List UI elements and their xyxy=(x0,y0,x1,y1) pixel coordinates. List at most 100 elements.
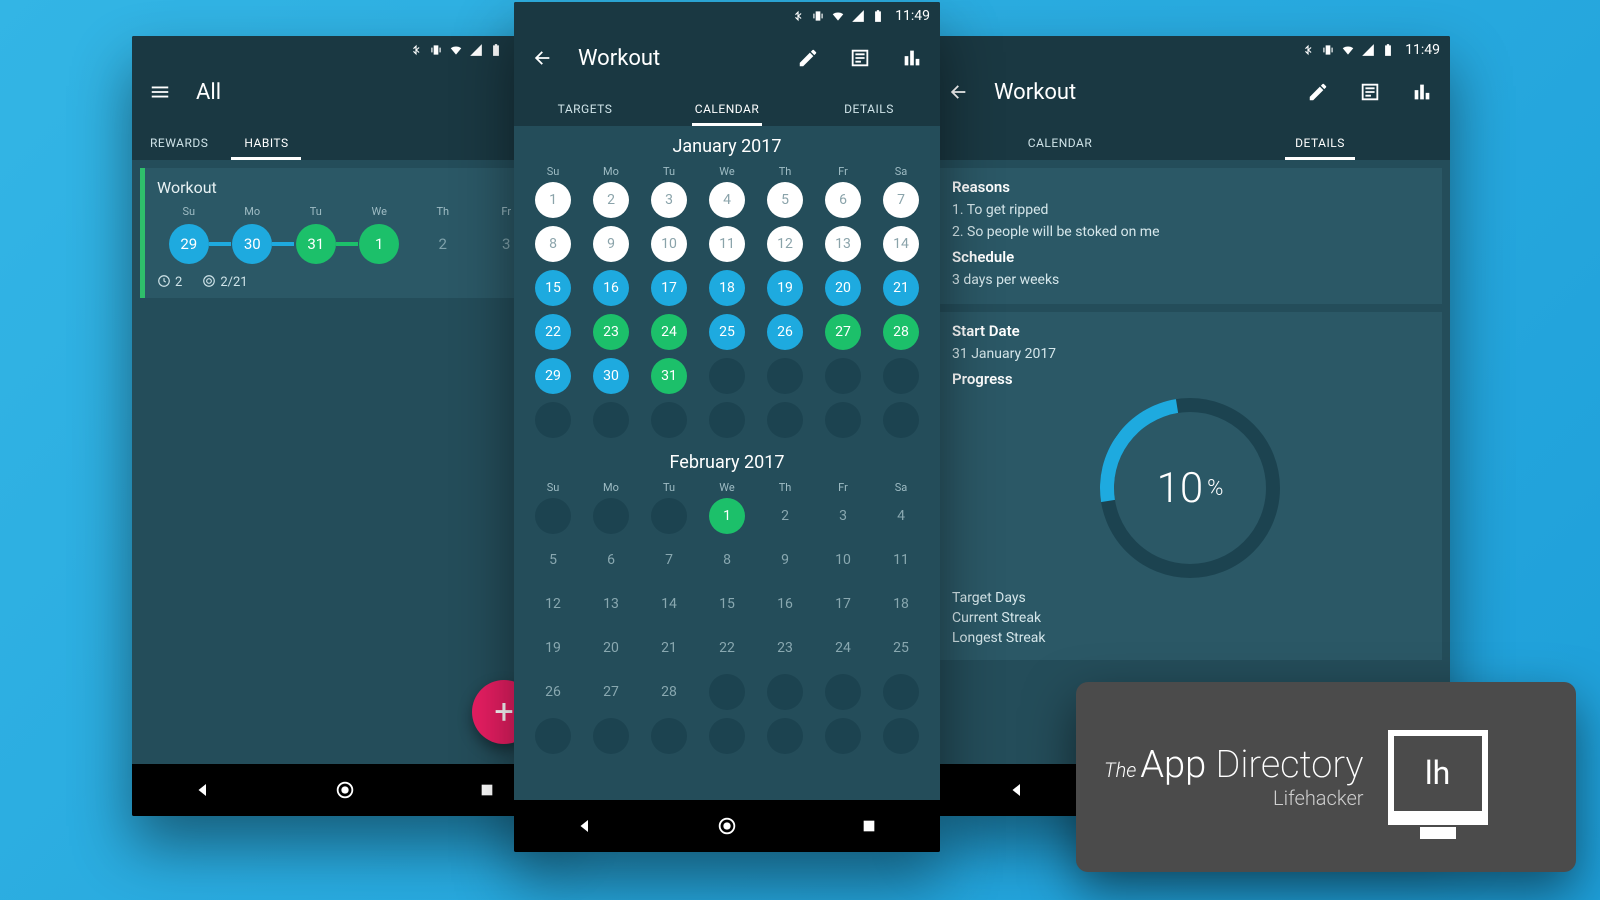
cal-day[interactable]: 10 xyxy=(651,226,687,262)
cal-day[interactable] xyxy=(709,718,745,754)
cal-day[interactable]: 5 xyxy=(767,182,803,218)
nav-recent-icon[interactable] xyxy=(475,778,499,802)
cal-day[interactable] xyxy=(825,674,861,710)
cal-day[interactable]: 25 xyxy=(883,630,919,666)
nav-back-icon[interactable] xyxy=(1005,778,1029,802)
cal-day[interactable] xyxy=(535,718,571,754)
cal-day[interactable]: 23 xyxy=(767,630,803,666)
cal-day[interactable]: 27 xyxy=(825,314,861,350)
cal-day[interactable]: 15 xyxy=(709,586,745,622)
nav-home-icon[interactable] xyxy=(333,778,357,802)
cal-day[interactable] xyxy=(825,358,861,394)
cal-day[interactable]: 7 xyxy=(651,542,687,578)
cal-day[interactable]: 15 xyxy=(535,270,571,306)
day-1[interactable]: 1 xyxy=(359,224,399,264)
day-31[interactable]: 31 xyxy=(296,224,336,264)
cal-day[interactable]: 18 xyxy=(709,270,745,306)
cal-day[interactable]: 31 xyxy=(651,358,687,394)
cal-day[interactable]: 30 xyxy=(593,358,629,394)
cal-day[interactable]: 26 xyxy=(767,314,803,350)
cal-day[interactable]: 9 xyxy=(767,542,803,578)
cal-day[interactable] xyxy=(883,402,919,438)
tab-calendar[interactable]: CALENDAR xyxy=(930,136,1190,160)
notes-icon[interactable] xyxy=(848,46,872,70)
tab-habits[interactable]: HABITS xyxy=(226,136,306,160)
cal-day[interactable] xyxy=(651,718,687,754)
cal-day[interactable]: 17 xyxy=(651,270,687,306)
cal-day[interactable] xyxy=(825,402,861,438)
back-icon[interactable] xyxy=(530,46,554,70)
edit-icon[interactable] xyxy=(1306,80,1330,104)
tab-details[interactable]: DETAILS xyxy=(798,102,940,126)
cal-day[interactable]: 23 xyxy=(593,314,629,350)
cal-day[interactable] xyxy=(651,402,687,438)
cal-day[interactable]: 9 xyxy=(593,226,629,262)
cal-day[interactable] xyxy=(709,674,745,710)
cal-day[interactable]: 1 xyxy=(535,182,571,218)
edit-icon[interactable] xyxy=(796,46,820,70)
cal-day[interactable]: 21 xyxy=(651,630,687,666)
cal-day[interactable] xyxy=(883,358,919,394)
cal-day[interactable]: 2 xyxy=(767,498,803,534)
cal-day[interactable]: 25 xyxy=(709,314,745,350)
cal-day[interactable] xyxy=(593,402,629,438)
cal-day[interactable]: 14 xyxy=(651,586,687,622)
cal-day[interactable]: 3 xyxy=(825,498,861,534)
cal-day[interactable]: 13 xyxy=(825,226,861,262)
cal-day[interactable]: 22 xyxy=(535,314,571,350)
cal-day[interactable] xyxy=(593,718,629,754)
cal-day[interactable]: 13 xyxy=(593,586,629,622)
cal-day[interactable] xyxy=(593,498,629,534)
cal-day[interactable]: 16 xyxy=(767,586,803,622)
cal-day[interactable]: 20 xyxy=(593,630,629,666)
cal-day[interactable]: 10 xyxy=(825,542,861,578)
cal-day[interactable] xyxy=(767,718,803,754)
cal-day[interactable]: 21 xyxy=(883,270,919,306)
cal-day[interactable] xyxy=(825,718,861,754)
cal-day[interactable]: 16 xyxy=(593,270,629,306)
cal-day[interactable]: 6 xyxy=(825,182,861,218)
cal-day[interactable]: 27 xyxy=(593,674,629,710)
cal-day[interactable]: 24 xyxy=(651,314,687,350)
habit-card[interactable]: Workout Su29 Mo30 Tu31 We1 Th2 Fr3 2 2/2… xyxy=(140,168,550,298)
day-29[interactable]: 29 xyxy=(169,224,209,264)
cal-day[interactable] xyxy=(651,498,687,534)
cal-day[interactable]: 28 xyxy=(883,314,919,350)
cal-day[interactable]: 7 xyxy=(883,182,919,218)
stats-icon[interactable] xyxy=(1410,80,1434,104)
cal-day[interactable]: 8 xyxy=(535,226,571,262)
nav-back-icon[interactable] xyxy=(573,814,597,838)
cal-day[interactable] xyxy=(767,358,803,394)
cal-day[interactable]: 1 xyxy=(709,498,745,534)
cal-day[interactable]: 6 xyxy=(593,542,629,578)
cal-day[interactable] xyxy=(767,402,803,438)
cal-day[interactable]: 29 xyxy=(535,358,571,394)
cal-day[interactable]: 11 xyxy=(709,226,745,262)
cal-day[interactable]: 3 xyxy=(651,182,687,218)
tab-details[interactable]: DETAILS xyxy=(1190,136,1450,160)
nav-home-icon[interactable] xyxy=(715,814,739,838)
cal-day[interactable]: 19 xyxy=(535,630,571,666)
cal-day[interactable]: 5 xyxy=(535,542,571,578)
cal-day[interactable]: 18 xyxy=(883,586,919,622)
day-30[interactable]: 30 xyxy=(232,224,272,264)
cal-day[interactable]: 20 xyxy=(825,270,861,306)
cal-day[interactable] xyxy=(767,674,803,710)
nav-back-icon[interactable] xyxy=(191,778,215,802)
cal-day[interactable]: 2 xyxy=(593,182,629,218)
cal-day[interactable]: 28 xyxy=(651,674,687,710)
back-icon[interactable] xyxy=(946,80,970,104)
cal-day[interactable] xyxy=(535,498,571,534)
stats-icon[interactable] xyxy=(900,46,924,70)
nav-recent-icon[interactable] xyxy=(857,814,881,838)
cal-day[interactable]: 17 xyxy=(825,586,861,622)
cal-day[interactable] xyxy=(709,358,745,394)
day-2[interactable]: 2 xyxy=(423,224,463,264)
tab-targets[interactable]: TARGETS xyxy=(514,102,656,126)
cal-day[interactable] xyxy=(883,674,919,710)
cal-day[interactable]: 12 xyxy=(535,586,571,622)
cal-day[interactable]: 19 xyxy=(767,270,803,306)
cal-day[interactable] xyxy=(535,402,571,438)
cal-day[interactable]: 4 xyxy=(883,498,919,534)
tab-rewards[interactable]: REWARDS xyxy=(132,136,226,160)
